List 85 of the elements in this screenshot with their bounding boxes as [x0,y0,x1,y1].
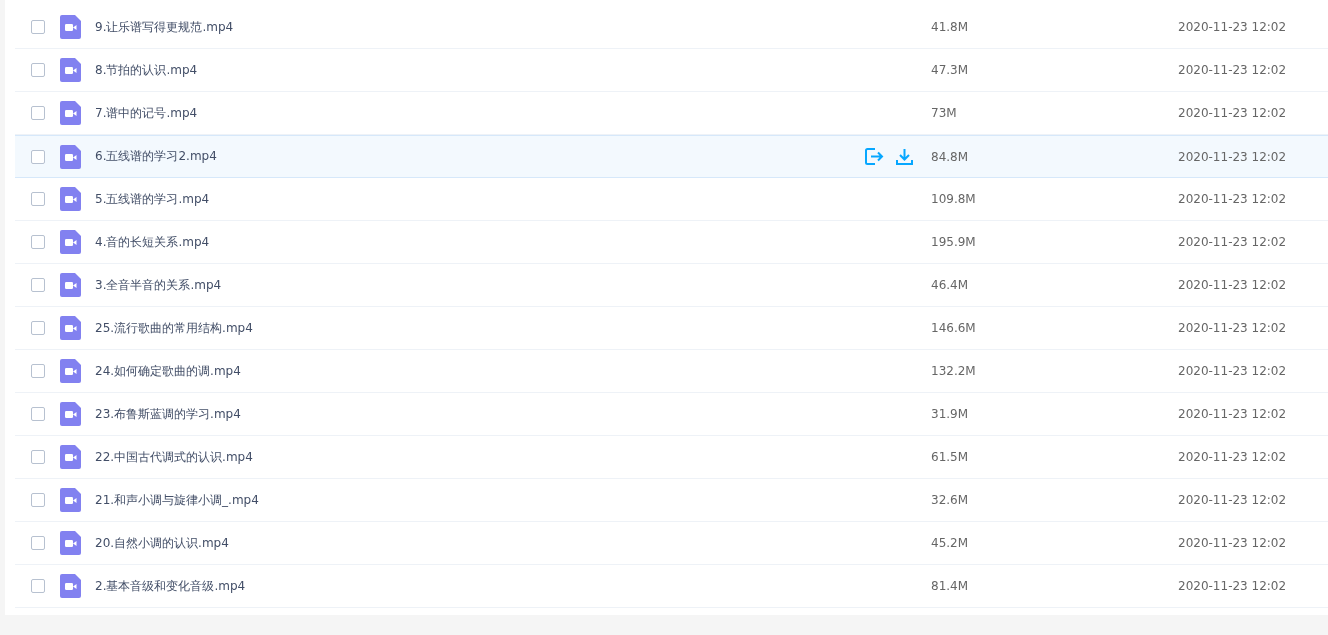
checkbox[interactable] [31,364,45,378]
file-size: 45.2M [931,536,970,550]
modified-date: 2020-11-23 12:02 [1178,579,1287,593]
file-size: 81.4M [931,579,970,593]
video-file-icon [60,359,81,383]
video-file-icon [60,230,81,254]
file-name[interactable]: 6.五线谱的学习2.mp4 [95,148,865,165]
file-name[interactable]: 5.五线谱的学习.mp4 [95,190,865,208]
checkbox[interactable] [31,192,45,206]
download-button[interactable] [896,148,913,165]
modified-date: 2020-11-23 12:02 [1178,450,1287,464]
file-name[interactable]: 23.布鲁斯蓝调的学习.mp4 [95,405,865,423]
checkbox[interactable] [31,63,45,77]
file-name[interactable]: 21.和声小调与旋律小调_.mp4 [95,491,865,509]
video-file-icon [60,273,81,297]
video-file-icon [60,445,81,469]
file-size: 195.9M [931,235,977,249]
modified-date: 2020-11-23 12:02 [1178,235,1287,249]
file-row[interactable]: 25.流行歌曲的常用结构.mp4 146.6M 2020-11-23 12:02 [15,307,1328,350]
modified-date: 2020-11-23 12:02 [1178,493,1287,507]
modified-date: 2020-11-23 12:02 [1178,106,1287,120]
modified-date: 2020-11-23 12:02 [1178,192,1287,206]
modified-date: 2020-11-23 12:02 [1178,321,1287,335]
file-size: 61.5M [931,450,970,464]
file-size: 84.8M [931,149,970,164]
file-name[interactable]: 25.流行歌曲的常用结构.mp4 [95,319,865,337]
file-row[interactable]: 24.如何确定歌曲的调.mp4 132.2M 2020-11-23 12:02 [15,350,1328,393]
file-row[interactable]: 8.节拍的认识.mp4 47.3M 2020-11-23 12:02 [15,49,1328,92]
file-size: 32.6M [931,493,970,507]
file-name[interactable]: 4.音的长短关系.mp4 [95,233,865,251]
file-size: 47.3M [931,63,970,77]
file-row[interactable]: 23.布鲁斯蓝调的学习.mp4 31.9M 2020-11-23 12:02 [15,393,1328,436]
file-name[interactable]: 9.让乐谱写得更规范.mp4 [95,18,865,36]
checkbox[interactable] [31,235,45,249]
checkbox[interactable] [31,536,45,550]
modified-date: 2020-11-23 12:02 [1178,536,1287,550]
file-row[interactable]: 9.让乐谱写得更规范.mp4 41.8M 2020-11-23 12:02 [15,6,1328,49]
file-name[interactable]: 7.谱中的记号.mp4 [95,104,865,122]
modified-date: 2020-11-23 12:02 [1178,63,1287,77]
checkbox[interactable] [31,149,45,164]
file-row[interactable]: 5.五线谱的学习.mp4 109.8M 2020-11-23 12:02 [15,178,1328,221]
file-size: 41.8M [931,20,970,34]
file-name[interactable]: 24.如何确定歌曲的调.mp4 [95,362,865,380]
video-file-icon [60,15,81,39]
file-name[interactable]: 8.节拍的认识.mp4 [95,61,865,79]
file-row[interactable]: 2.基本音级和变化音级.mp4 81.4M 2020-11-23 12:02 [15,565,1328,608]
file-row[interactable]: 4.音的长短关系.mp4 195.9M 2020-11-23 12:02 [15,221,1328,264]
video-file-icon [60,101,81,125]
file-name[interactable]: 3.全音半音的关系.mp4 [95,276,865,294]
file-row[interactable]: 6.五线谱的学习2.mp4 84.8M 2020-11-23 12:02 [15,135,1328,178]
file-size: 146.6M [931,321,977,335]
file-name[interactable]: 20.自然小调的认识.mp4 [95,534,865,552]
file-name[interactable]: 2.基本音级和变化音级.mp4 [95,577,865,595]
share-button[interactable] [865,148,884,165]
video-file-icon [60,574,81,598]
checkbox[interactable] [31,407,45,421]
file-name[interactable]: 22.中国古代调式的认识.mp4 [95,448,865,466]
checkbox[interactable] [31,278,45,292]
video-file-icon [60,58,81,82]
modified-date: 2020-11-23 12:02 [1178,20,1287,34]
checkbox[interactable] [31,321,45,335]
file-row[interactable]: 20.自然小调的认识.mp4 45.2M 2020-11-23 12:02 [15,522,1328,565]
file-size: 46.4M [931,278,970,292]
video-file-icon [60,144,81,169]
modified-date: 2020-11-23 12:02 [1178,278,1287,292]
modified-date: 2020-11-23 12:02 [1178,407,1287,421]
video-file-icon [60,488,81,512]
file-size: 73M [931,106,958,120]
file-row[interactable]: 21.和声小调与旋律小调_.mp4 32.6M 2020-11-23 12:02 [15,479,1328,522]
video-file-icon [60,402,81,426]
video-file-icon [60,316,81,340]
file-row[interactable]: 3.全音半音的关系.mp4 46.4M 2020-11-23 12:02 [15,264,1328,307]
modified-date: 2020-11-23 12:02 [1178,364,1287,378]
file-size: 132.2M [931,364,977,378]
file-row[interactable]: 22.中国古代调式的认识.mp4 61.5M 2020-11-23 12:02 [15,436,1328,479]
checkbox[interactable] [31,579,45,593]
checkbox[interactable] [31,20,45,34]
file-size: 109.8M [931,192,977,206]
file-size: 31.9M [931,407,970,421]
modified-date: 2020-11-23 12:02 [1178,149,1287,164]
video-file-icon [60,531,81,555]
video-file-icon [60,187,81,211]
checkbox[interactable] [31,106,45,120]
checkbox[interactable] [31,450,45,464]
checkbox[interactable] [31,493,45,507]
